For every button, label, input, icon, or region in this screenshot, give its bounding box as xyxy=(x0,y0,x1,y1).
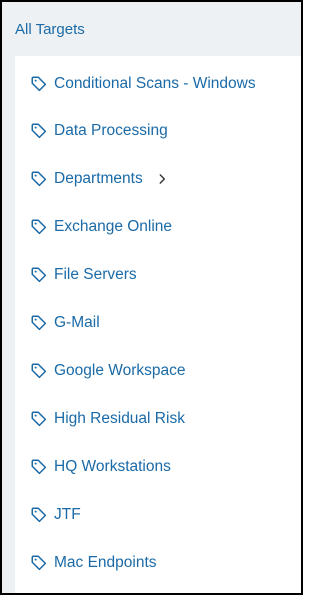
target-item-hq-workstations[interactable]: HQ Workstations xyxy=(15,443,301,491)
target-item-label: Conditional Scans - Windows xyxy=(54,74,256,92)
target-item-label: File Servers xyxy=(54,266,137,283)
targets-panel: All Targets Conditional Scans - Windows … xyxy=(0,0,303,595)
tag-icon xyxy=(30,458,48,476)
tag-icon xyxy=(30,266,48,284)
target-item-conditional-scans-windows[interactable]: Conditional Scans - Windows xyxy=(15,56,301,107)
target-item-data-processing[interactable]: Data Processing xyxy=(15,107,301,155)
target-item-label: Data Processing xyxy=(54,122,168,139)
tag-icon xyxy=(30,362,48,380)
tag-icon xyxy=(30,122,48,140)
target-item-label: Google Workspace xyxy=(54,362,186,379)
tag-icon xyxy=(30,218,48,236)
target-item-google-workspace[interactable]: Google Workspace xyxy=(15,347,301,395)
target-item-exchange-online[interactable]: Exchange Online xyxy=(15,203,301,251)
chevron-right-icon[interactable] xyxy=(155,172,169,186)
tag-icon xyxy=(30,170,48,188)
target-item-label: G-Mail xyxy=(54,314,100,331)
all-targets-header[interactable]: All Targets xyxy=(2,2,301,56)
tag-icon xyxy=(30,75,48,93)
target-item-label: HQ Workstations xyxy=(54,458,171,475)
target-item-mac-endpoints[interactable]: Mac Endpoints xyxy=(15,539,301,587)
target-item-high-residual-risk[interactable]: High Residual Risk xyxy=(15,395,301,443)
target-item-label: Exchange Online xyxy=(54,218,173,235)
tag-icon xyxy=(30,410,48,428)
target-item-label: JTF xyxy=(54,506,81,523)
target-item-label: High Residual Risk xyxy=(54,410,185,427)
target-item-file-servers[interactable]: File Servers xyxy=(15,251,301,299)
tag-icon xyxy=(30,314,48,332)
target-item-label: Departments xyxy=(54,170,143,187)
target-item-g-mail[interactable]: G-Mail xyxy=(15,299,301,347)
targets-list: Conditional Scans - Windows Data Process… xyxy=(15,56,301,593)
all-targets-title: All Targets xyxy=(15,20,85,38)
tag-icon xyxy=(30,506,48,524)
target-item-departments[interactable]: Departments xyxy=(15,155,301,203)
target-item-label: Mac Endpoints xyxy=(54,554,157,571)
target-item-jtf[interactable]: JTF xyxy=(15,491,301,539)
tag-icon xyxy=(30,554,48,572)
